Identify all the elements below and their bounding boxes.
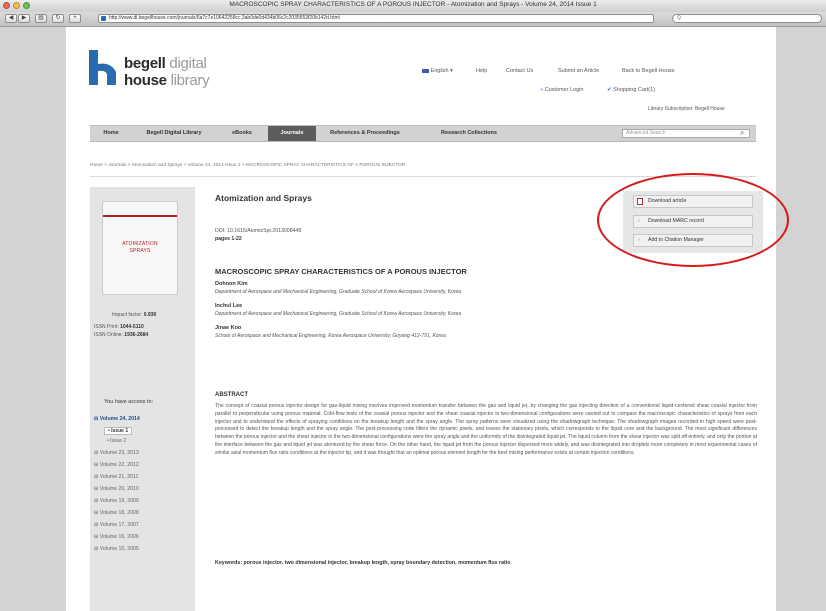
page-range: pages 1-22 [215, 236, 242, 242]
shopping-cart-link[interactable]: ✔ Shopping Cart(1) [607, 87, 655, 93]
volume-item[interactable]: ⊞ Volume 23, 2013 [94, 450, 139, 456]
back-to-begell-link[interactable]: Back to Begell House [622, 68, 675, 74]
cover-subtitle: SPRAYS [129, 248, 151, 254]
nav-home[interactable]: Home [90, 126, 132, 141]
customer-login-link[interactable]: » Customer Login [540, 87, 583, 93]
submit-article-link[interactable]: Submit an Article [558, 68, 599, 74]
web-page: begell digital house library English ▾ H… [66, 27, 776, 611]
add-bookmark-button[interactable]: + [69, 14, 81, 23]
customer-login-label: Customer Login [544, 87, 584, 93]
volume-item[interactable]: ⊞ Volume 18, 2008 [94, 510, 139, 516]
sidebar-toggle-button[interactable]: ▤ [35, 14, 47, 23]
nav-references-proceedings[interactable]: References & Proceedings [316, 126, 414, 141]
forward-button[interactable]: ▶ [18, 14, 30, 23]
checkmark-icon: ✔ [607, 87, 612, 93]
article-title: MACROSCOPIC SPRAY CHARACTERISTICS OF A P… [215, 267, 467, 276]
volume-item[interactable]: ⊞ Volume 17, 2007 [94, 522, 139, 528]
nav-journals[interactable]: Journals [268, 126, 316, 141]
reload-button[interactable]: ↻ [52, 14, 64, 23]
volume-item[interactable]: ⊟ Volume 24, 2014 [94, 416, 140, 422]
volume-item[interactable]: ⊞ Volume 19, 2009 [94, 498, 139, 504]
issn-online: ISSN Online: 1936-2684 [94, 332, 149, 338]
nav-ebooks[interactable]: eBooks [216, 126, 268, 141]
journal-sidebar: ATOMIZATION SPRAYS Impact factor: 0.939 … [90, 187, 195, 611]
flag-icon [422, 68, 429, 73]
cover-title: ATOMIZATION [122, 241, 158, 247]
begell-house-logo-icon[interactable] [89, 50, 121, 85]
logo-text-line2: house library [124, 72, 210, 89]
arrow-icon: » [540, 87, 544, 93]
back-button[interactable]: ◀ [5, 14, 17, 23]
author-name[interactable]: Inchul Lee [215, 303, 242, 309]
breadcrumb[interactable]: Home > Journals > Atomization and Sprays… [90, 163, 405, 168]
keywords: Keywords: porous injector, two dimension… [215, 560, 511, 566]
author-name[interactable]: Dohoon Kim [215, 281, 248, 287]
search-icon[interactable]: ⌕ [740, 128, 744, 138]
shopping-cart-label: Shopping Cart(1) [613, 87, 656, 93]
volume-item[interactable]: ⊞ Volume 15, 2005 [94, 546, 139, 552]
browser-toolbar: ◀ ▶ ▤ ↻ + http://www.dl.begellhouse.com/… [0, 12, 826, 27]
url-field[interactable]: http://www.dl.begellhouse.com/journals/6… [98, 14, 654, 23]
impact-factor: Impact factor: 0.939 [112, 312, 157, 318]
contact-link[interactable]: Contact Us [506, 68, 533, 74]
window-title: MACROSCOPIC SPRAY CHARACTERISTICS OF A P… [229, 1, 597, 8]
doi[interactable]: DOI: 10.1615/AtomizSpr.2013008448 [215, 228, 301, 234]
nav-research-collections[interactable]: Research Collections [414, 126, 524, 141]
volume-item[interactable]: ⊞ Volume 22, 2012 [94, 462, 139, 468]
journal-title[interactable]: Atomization and Sprays [215, 193, 312, 203]
cover-stripe [103, 215, 177, 217]
red-annotation-ellipse [597, 173, 789, 267]
browser-search-input[interactable]: Q [672, 14, 822, 23]
author-affiliation: School of Aerospace and Mechanical Engin… [215, 333, 446, 339]
issn-print: ISSN Print: 1044-5110 [94, 324, 144, 330]
author-name[interactable]: Jinae Koo [215, 325, 241, 331]
abstract-heading: ABSTRACT [215, 392, 248, 398]
favicon-icon [101, 16, 106, 21]
author-affiliation: Department of Aerospace and Mechanical E… [215, 289, 462, 295]
author-affiliation: Department of Aerospace and Mechanical E… [215, 311, 462, 317]
volume-item[interactable]: ⊞ Volume 16, 2006 [94, 534, 139, 540]
main-nav: Home Begell Digital Library eBooks Journ… [90, 125, 756, 142]
nav-digital-library[interactable]: Begell Digital Library [132, 126, 216, 141]
subscription-info: Library Subscription: Begell House [648, 106, 725, 112]
abstract-text: The concept of coaxial porous injector d… [215, 403, 758, 456]
logo-text-line1: begell digital [124, 55, 207, 72]
volume-item[interactable]: ⊞ Volume 21, 2011 [94, 474, 138, 480]
access-heading: You have access to: [104, 399, 154, 405]
advanced-search-input[interactable]: Advanced Search [622, 129, 750, 138]
journal-cover-image[interactable]: ATOMIZATION SPRAYS [102, 201, 178, 295]
help-link[interactable]: Help [476, 68, 487, 74]
issue-item-current[interactable]: • Issue 1 [104, 427, 133, 435]
volume-item[interactable]: ⊞ Volume 20, 2010 [94, 486, 139, 492]
language-label: English [430, 68, 449, 74]
issue-item[interactable]: • Issue 2 [107, 438, 126, 444]
language-selector[interactable]: English ▾ [422, 68, 453, 74]
